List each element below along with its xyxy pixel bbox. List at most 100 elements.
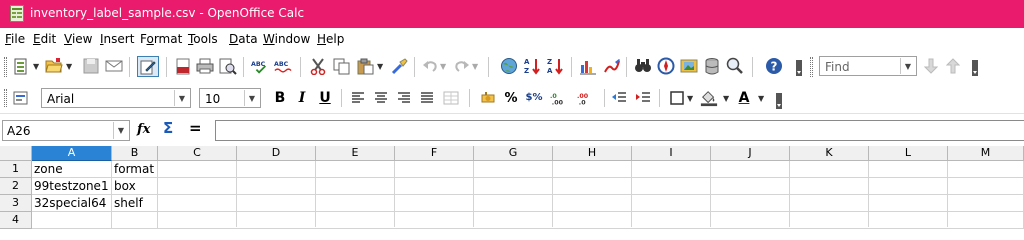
undo-icon[interactable] [421, 57, 439, 75]
formatting-overflow-icon[interactable] [776, 93, 782, 109]
column-header-g[interactable]: G [474, 146, 553, 161]
sum-button[interactable]: Σ [163, 121, 173, 136]
paste-icon[interactable] [356, 57, 374, 75]
column-header-b[interactable]: B [112, 146, 158, 161]
cut-icon[interactable] [309, 57, 327, 75]
borders-icon[interactable] [668, 89, 686, 107]
borders-dropdown-icon[interactable]: ▼ [687, 94, 693, 103]
increase-indent-icon[interactable] [634, 89, 652, 107]
paste-dropdown-icon[interactable]: ▼ [377, 62, 383, 71]
window-title: inventory_label_sample.csv - OpenOffice … [30, 6, 305, 20]
toolbar-grip-2[interactable] [4, 89, 7, 107]
font-name-dropdown-icon[interactable]: ▼ [174, 90, 189, 106]
menu-insert[interactable]: Insert [100, 32, 134, 46]
zoom-icon[interactable] [726, 57, 744, 75]
background-color-icon[interactable] [700, 89, 718, 107]
font-size-select[interactable]: 10 ▼ [199, 88, 261, 108]
new-icon[interactable] [12, 57, 30, 75]
column-header-k[interactable]: K [790, 146, 869, 161]
bold-button[interactable]: B [271, 89, 289, 107]
export-pdf-icon[interactable] [174, 57, 192, 75]
font-size-dropdown-icon[interactable]: ▼ [244, 90, 259, 106]
svg-text:.0: .0 [579, 99, 586, 106]
open-icon[interactable] [45, 57, 63, 75]
font-name-select[interactable]: Arial ▼ [41, 88, 191, 108]
find-input[interactable]: Find ▼ [819, 56, 917, 76]
align-right-icon[interactable] [395, 89, 413, 107]
new-dropdown-icon[interactable]: ▼ [33, 62, 39, 71]
background-color-dropdown-icon[interactable]: ▼ [723, 94, 729, 103]
menu-file[interactable]: File [5, 32, 25, 46]
percent-format-button[interactable]: % [502, 89, 520, 107]
styles-formatting-icon[interactable] [12, 89, 30, 107]
hyperlink-icon[interactable] [500, 57, 518, 75]
redo-icon[interactable] [453, 57, 471, 75]
draw-functions-icon[interactable] [603, 57, 621, 75]
svg-text:?: ? [771, 60, 778, 74]
redo-dropdown-icon[interactable]: ▼ [472, 62, 478, 71]
menu-edit[interactable]: Edit [33, 32, 56, 46]
font-color-button[interactable]: A [735, 89, 753, 107]
find-replace-icon[interactable] [634, 57, 652, 75]
font-color-dropdown-icon[interactable]: ▼ [758, 94, 764, 103]
name-box-dropdown-icon[interactable]: ▼ [113, 122, 128, 139]
underline-button[interactable]: U [316, 89, 334, 107]
open-dropdown-icon[interactable]: ▼ [66, 62, 72, 71]
find-toolbar-overflow-icon[interactable] [972, 60, 978, 76]
merge-cells-icon[interactable] [442, 89, 460, 107]
menu-data[interactable]: Data [229, 32, 258, 46]
italic-button[interactable]: I [293, 89, 311, 107]
column-header-h[interactable]: H [553, 146, 632, 161]
column-header-j[interactable]: J [711, 146, 790, 161]
column-header-l[interactable]: L [869, 146, 948, 161]
copy-icon[interactable] [332, 57, 350, 75]
save-icon[interactable] [82, 57, 100, 75]
print-preview-icon[interactable] [219, 57, 237, 75]
chart-icon[interactable] [579, 57, 597, 75]
find-toolbar-grip[interactable] [810, 57, 813, 77]
column-header-f[interactable]: F [395, 146, 474, 161]
menu-window[interactable]: Window [263, 32, 310, 46]
autospellcheck-icon[interactable]: ABC [274, 57, 292, 75]
menu-format[interactable]: Format [140, 32, 182, 46]
align-left-icon[interactable] [349, 89, 367, 107]
gallery-icon[interactable] [680, 57, 698, 75]
select-all-corner[interactable] [0, 146, 32, 161]
menu-view[interactable]: View [64, 32, 92, 46]
navigator-icon[interactable] [657, 57, 675, 75]
name-box[interactable]: A26 ▼ [2, 120, 130, 141]
data-sources-icon[interactable] [703, 57, 721, 75]
column-header-a[interactable]: A [32, 146, 112, 161]
align-center-icon[interactable] [372, 89, 390, 107]
function-wizard-button[interactable]: fx [137, 123, 150, 136]
edit-file-icon[interactable] [137, 56, 159, 77]
function-button[interactable]: = [189, 121, 202, 136]
menu-help[interactable]: Help [317, 32, 344, 46]
delete-decimal-icon[interactable]: .00.0 [577, 89, 595, 107]
formula-input[interactable] [215, 120, 1024, 141]
find-dropdown-icon[interactable]: ▼ [900, 58, 915, 74]
column-header-i[interactable]: I [632, 146, 711, 161]
justify-icon[interactable] [418, 89, 436, 107]
print-icon[interactable] [196, 57, 214, 75]
column-header-e[interactable]: E [316, 146, 395, 161]
menu-tools[interactable]: Tools [188, 32, 218, 46]
sort-ascending-icon[interactable]: AZ [524, 57, 542, 75]
help-icon[interactable]: ? [765, 57, 783, 75]
toolbar-overflow-icon[interactable] [796, 60, 802, 76]
clone-formatting-icon[interactable] [390, 57, 408, 75]
toolbar-grip[interactable] [4, 57, 7, 77]
column-header-c[interactable]: C [158, 146, 237, 161]
add-decimal-icon[interactable]: .0.00 [550, 89, 568, 107]
email-icon[interactable] [105, 57, 123, 75]
column-header-m[interactable]: M [948, 146, 1024, 161]
column-header-d[interactable]: D [237, 146, 316, 161]
undo-dropdown-icon[interactable]: ▼ [440, 62, 446, 71]
find-next-icon[interactable] [922, 57, 940, 75]
decrease-indent-icon[interactable] [610, 89, 628, 107]
find-previous-icon[interactable] [944, 57, 962, 75]
currency-format-icon[interactable] [479, 89, 497, 107]
spellcheck-icon[interactable]: ABC [251, 57, 269, 75]
sort-descending-icon[interactable]: ZA [547, 57, 565, 75]
standard-format-button[interactable]: $% [523, 89, 545, 107]
